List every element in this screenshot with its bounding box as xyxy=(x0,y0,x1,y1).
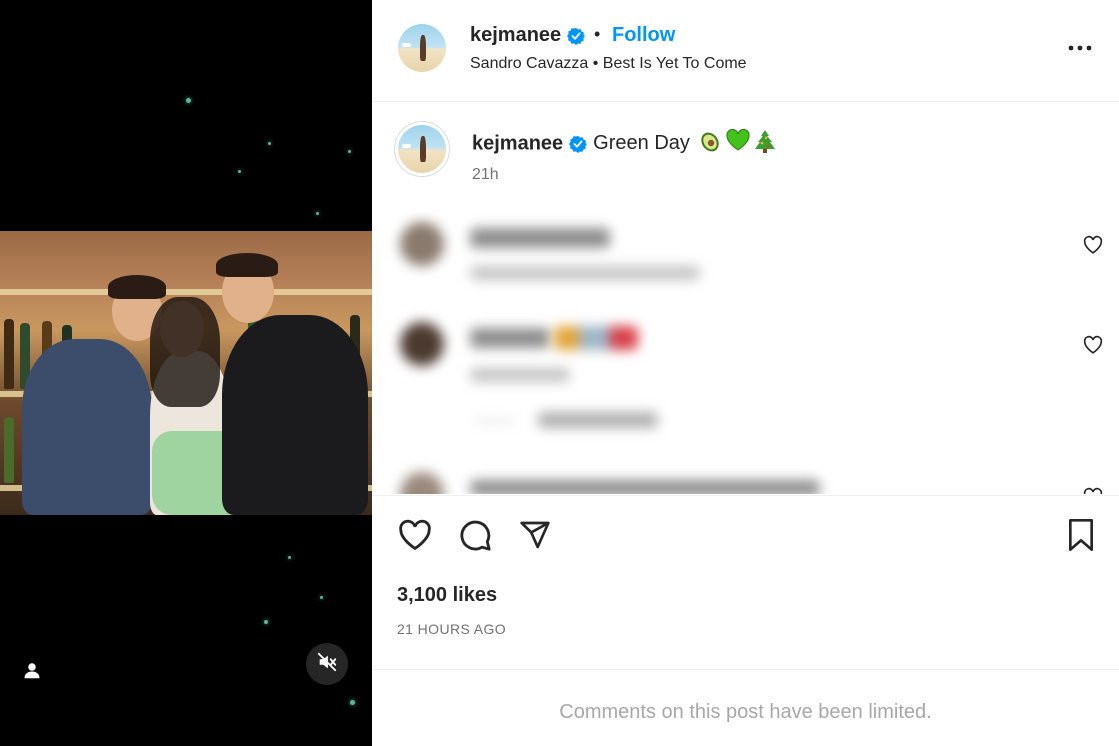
sparkle xyxy=(268,142,271,145)
sparkle xyxy=(320,596,323,599)
comment-meta xyxy=(470,266,700,280)
more-options-icon[interactable] xyxy=(1066,34,1094,62)
christmas-tree-icon xyxy=(754,129,776,159)
author-username[interactable]: kejmanee xyxy=(470,24,586,47)
person-left xyxy=(22,339,152,515)
green-heart-icon xyxy=(726,128,750,159)
audio-track-link[interactable]: Sandro Cavazza • Best Is Yet To Come xyxy=(470,55,747,73)
commenter-avatar[interactable] xyxy=(400,322,444,366)
commenter-avatar[interactable] xyxy=(400,472,444,494)
avocado-icon xyxy=(698,129,722,159)
caption-timestamp: 21h xyxy=(472,166,499,183)
person-middle-hair xyxy=(150,297,220,407)
verified-icon xyxy=(569,135,588,153)
person-right-hair xyxy=(216,253,278,277)
sparkle xyxy=(186,98,191,103)
author-avatar[interactable] xyxy=(398,24,446,72)
bottle xyxy=(4,417,14,483)
caption-username[interactable]: kejmanee xyxy=(472,132,563,154)
mute-button[interactable] xyxy=(306,643,348,685)
shelf xyxy=(0,289,372,295)
bookmark-icon xyxy=(1066,518,1096,556)
sparkle xyxy=(288,556,291,559)
caption-avatar[interactable] xyxy=(398,125,446,173)
commenter-avatar[interactable] xyxy=(400,222,444,266)
post-header: kejmanee • Follow Sandro Cavazza • Best … xyxy=(372,0,1119,102)
caption-emojis xyxy=(698,128,776,159)
sparkle xyxy=(350,700,355,705)
view-replies-text[interactable] xyxy=(538,412,658,428)
like-comment-heart-icon[interactable] xyxy=(1082,486,1104,494)
like-comment-heart-icon[interactable] xyxy=(1082,234,1104,256)
like-comment-heart-icon[interactable] xyxy=(1082,334,1104,356)
verified-icon xyxy=(567,27,586,45)
comment-icon xyxy=(458,518,492,557)
user-tag-icon[interactable] xyxy=(20,658,44,682)
comment-button[interactable] xyxy=(456,518,494,556)
separator-dot: • xyxy=(594,24,601,44)
heart-icon xyxy=(398,519,432,556)
comment-meta xyxy=(470,368,570,382)
caption-text: Green Day xyxy=(593,132,690,155)
save-button[interactable] xyxy=(1062,518,1100,556)
share-button[interactable] xyxy=(516,518,554,556)
comment-text xyxy=(470,228,610,248)
follow-button[interactable]: Follow xyxy=(612,24,675,47)
author-username-text[interactable]: kejmanee xyxy=(470,24,561,46)
person-left-hair xyxy=(108,275,166,299)
person-right xyxy=(222,315,368,515)
likes-count[interactable]: 3,100 likes xyxy=(397,584,497,607)
post-photo xyxy=(0,231,372,515)
view-replies[interactable] xyxy=(474,420,514,422)
comments-list[interactable] xyxy=(384,198,1119,494)
comment-emojis xyxy=(554,326,638,350)
post-timestamp: 21 HOURS AGO xyxy=(397,621,507,637)
sparkle xyxy=(264,620,268,624)
media-viewer[interactable] xyxy=(0,0,372,746)
sparkle xyxy=(238,170,241,173)
comment-text xyxy=(470,328,550,348)
sparkle xyxy=(348,150,351,153)
share-icon xyxy=(518,519,552,556)
bottle xyxy=(4,319,14,389)
sparkle xyxy=(316,212,319,215)
post-actions: 3,100 likes 21 HOURS AGO xyxy=(372,495,1119,670)
comments-limited-notice: Comments on this post have been limited. xyxy=(559,701,932,723)
volume-muted-icon xyxy=(316,651,338,678)
post-detail-panel: kejmanee • Follow Sandro Cavazza • Best … xyxy=(372,0,1119,746)
comment-text xyxy=(470,480,820,494)
like-button[interactable] xyxy=(396,518,434,556)
caption: kejmanee Green Day xyxy=(472,128,776,159)
